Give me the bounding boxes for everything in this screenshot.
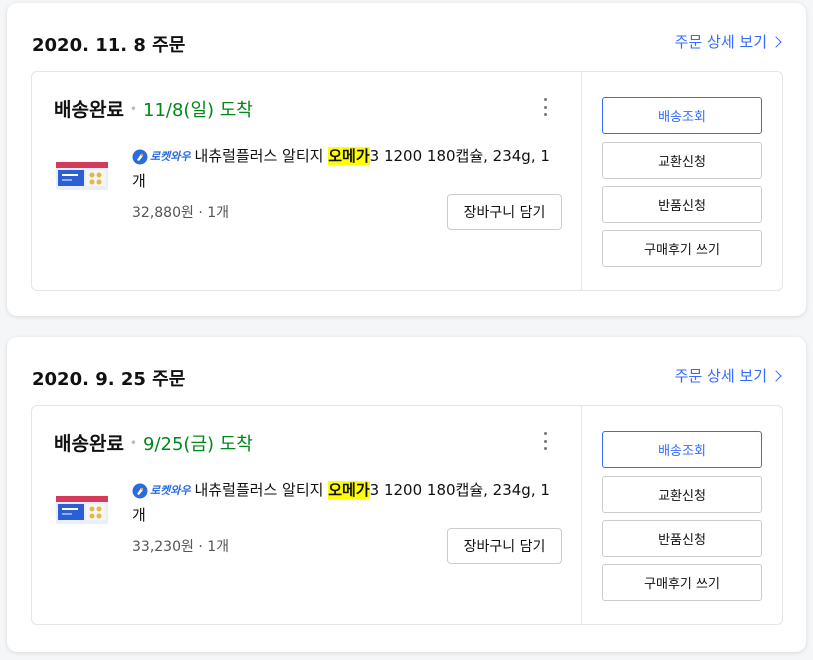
order-item-box: 배송완료 • 11/8(일) 도착 로켓와우 내츄럴플러스 알티지 오메가3 1… bbox=[31, 71, 783, 291]
exchange-request-button[interactable]: 교환신청 bbox=[602, 142, 762, 179]
write-review-button[interactable]: 구매후기 쓰기 bbox=[602, 230, 762, 267]
arrival-date: 9/25(금) 도착 bbox=[143, 433, 253, 455]
order-detail-link-label: 주문 상세 보기 bbox=[674, 33, 767, 51]
rocket-icon bbox=[132, 149, 148, 164]
order-item-box: 배송완료 • 9/25(금) 도착 로켓와우 내츄럴플러스 알티지 오메가3 1… bbox=[31, 405, 783, 625]
rocket-wow-label: 로켓와우 bbox=[150, 483, 191, 497]
order-detail-link-label: 주문 상세 보기 bbox=[674, 367, 767, 385]
order-detail-link[interactable]: 주문 상세 보기 bbox=[674, 365, 782, 386]
exchange-request-button[interactable]: 교환신청 bbox=[602, 476, 762, 513]
separator-dot: • bbox=[129, 435, 137, 450]
return-request-button[interactable]: 반품신청 bbox=[602, 186, 762, 223]
delivery-status: 배송완료 • 11/8(일) 도착 bbox=[54, 95, 253, 122]
price-quantity: 32,880원 · 1개 bbox=[132, 205, 230, 221]
status-label: 배송완료 bbox=[54, 99, 124, 121]
product-name-pre: 내츄럴플러스 알티지 bbox=[194, 147, 329, 165]
separator-dot: • bbox=[129, 101, 137, 116]
rocket-wow-label: 로켓와우 bbox=[150, 149, 191, 163]
order-card: 2020. 9. 25 주문 주문 상세 보기 배송완료 • 9/25(금) 도… bbox=[7, 337, 806, 652]
add-to-cart-button[interactable]: 장바구니 담기 bbox=[447, 194, 562, 230]
rocket-icon bbox=[132, 483, 148, 498]
status-label: 배송완료 bbox=[54, 433, 124, 455]
product-title[interactable]: 로켓와우 내츄럴플러스 알티지 오메가3 1200 180캡슐, 234g, 1… bbox=[132, 478, 552, 527]
chevron-right-icon bbox=[770, 35, 782, 48]
add-to-cart-button[interactable]: 장바구니 담기 bbox=[447, 528, 562, 564]
product-name-pre: 내츄럴플러스 알티지 bbox=[194, 481, 329, 499]
price-quantity: 33,230원 · 1개 bbox=[132, 539, 230, 555]
more-options-icon[interactable] bbox=[539, 98, 551, 116]
track-delivery-button[interactable]: 배송조회 bbox=[602, 431, 762, 468]
chevron-right-icon bbox=[770, 369, 782, 382]
order-date: 2020. 9. 25 주문 bbox=[32, 369, 186, 390]
rocket-wow-badge: 로켓와우 bbox=[132, 479, 190, 503]
order-detail-link[interactable]: 주문 상세 보기 bbox=[674, 31, 782, 52]
product-thumbnail[interactable] bbox=[54, 488, 112, 528]
more-options-icon[interactable] bbox=[539, 432, 551, 450]
order-card: 2020. 11. 8 주문 주문 상세 보기 배송완료 • 11/8(일) 도… bbox=[7, 3, 806, 316]
product-title[interactable]: 로켓와우 내츄럴플러스 알티지 오메가3 1200 180캡슐, 234g, 1… bbox=[132, 144, 552, 193]
divider bbox=[581, 406, 582, 624]
order-date: 2020. 11. 8 주문 bbox=[32, 35, 186, 56]
track-delivery-button[interactable]: 배송조회 bbox=[602, 97, 762, 134]
divider bbox=[581, 72, 582, 290]
delivery-status: 배송완료 • 9/25(금) 도착 bbox=[54, 429, 253, 456]
product-name-highlight: 오메가 bbox=[328, 147, 370, 165]
arrival-date: 11/8(일) 도착 bbox=[143, 99, 253, 121]
return-request-button[interactable]: 반품신청 bbox=[602, 520, 762, 557]
write-review-button[interactable]: 구매후기 쓰기 bbox=[602, 564, 762, 601]
rocket-wow-badge: 로켓와우 bbox=[132, 145, 190, 169]
product-name-highlight: 오메가 bbox=[328, 481, 370, 499]
product-thumbnail[interactable] bbox=[54, 154, 112, 194]
